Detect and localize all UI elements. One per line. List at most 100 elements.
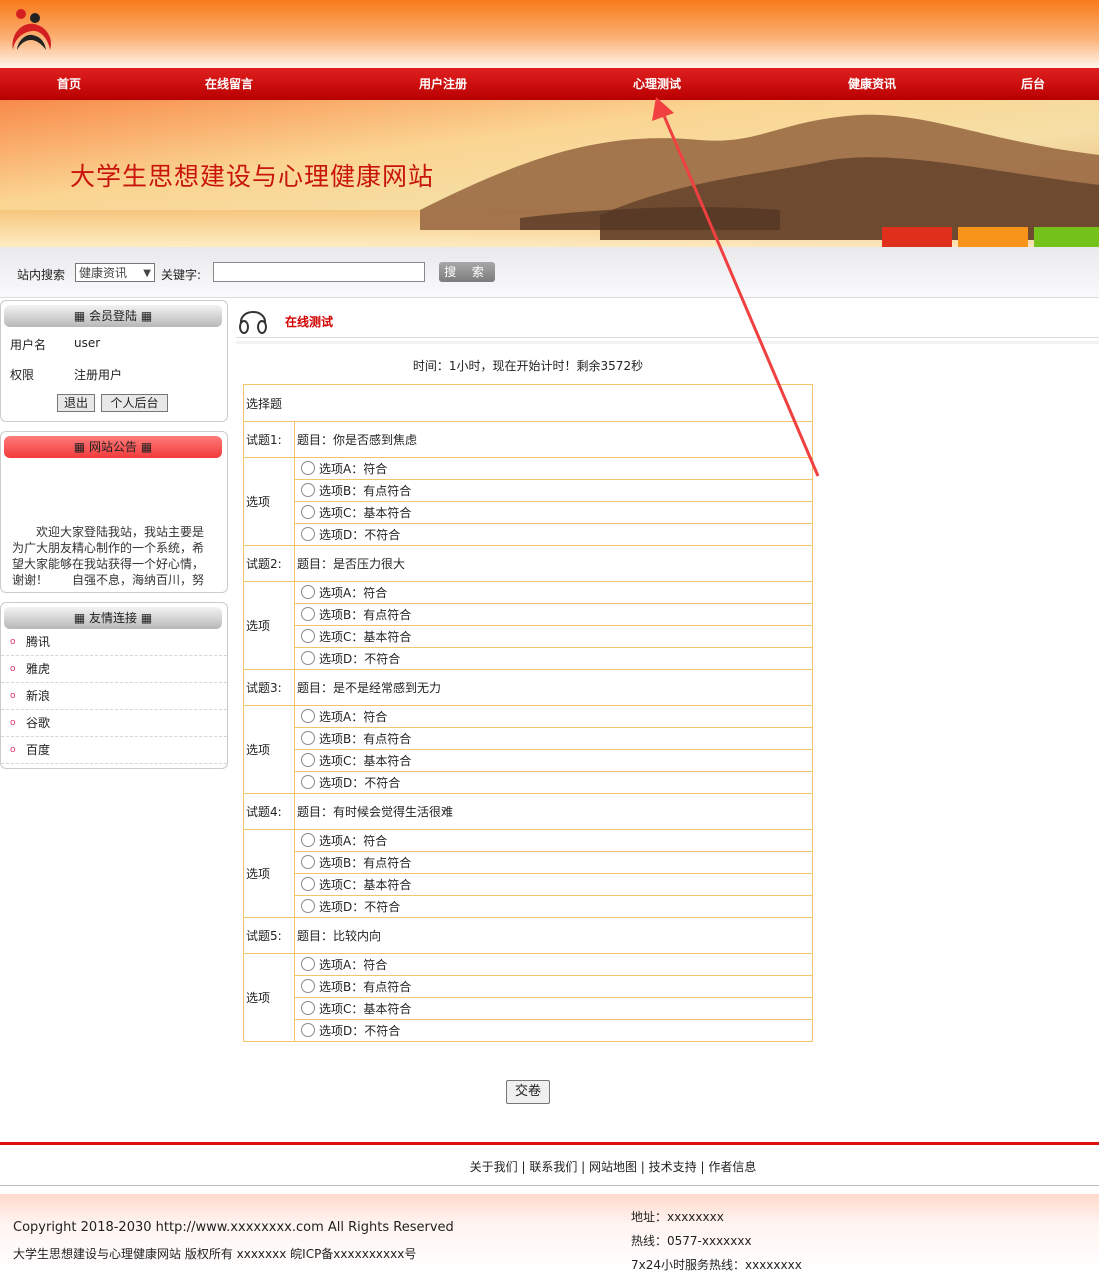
friend-link-item[interactable]: o 百度 — [1, 737, 227, 764]
radio-button[interactable] — [301, 1023, 315, 1037]
option-row[interactable]: 选项D：不符合 — [294, 1019, 813, 1042]
role-value: 注册用户 — [74, 368, 123, 382]
annotation-arrow-icon — [652, 97, 820, 477]
nav-admin[interactable]: 后台 — [978, 68, 1088, 100]
role-label: 权限 — [10, 368, 35, 382]
bullet-icon: o — [10, 664, 16, 674]
address-text: 地址：xxxxxxxx — [631, 1210, 724, 1224]
hotline-text: 7x24小时服务热线：xxxxxxxx — [631, 1258, 802, 1272]
keyword-label: 关键字: — [161, 268, 202, 282]
option-row[interactable]: 选项A：符合 — [294, 953, 813, 976]
question-text: 题目：比较内向 — [294, 917, 813, 954]
option-row[interactable]: 选项A：符合 — [294, 705, 813, 728]
search-bar: 站内搜索 健康资讯 ▼ 关键字: 搜 索 — [0, 247, 1099, 298]
site-title: 大学生思想建设与心理健康网站 — [70, 162, 435, 191]
submit-exam-button[interactable]: 交卷 — [506, 1080, 550, 1104]
radio-button[interactable] — [301, 1001, 315, 1015]
option-row[interactable]: 选项C：基本符合 — [294, 873, 813, 896]
option-row[interactable]: 选项D：不符合 — [294, 771, 813, 794]
radio-button[interactable] — [301, 957, 315, 971]
options-label: 选项 — [243, 581, 295, 670]
radio-button[interactable] — [301, 709, 315, 723]
friend-link-item[interactable]: o 雅虎 — [1, 656, 227, 683]
username-value: user — [74, 336, 101, 350]
phone-text: 热线：0577-xxxxxxx — [631, 1234, 752, 1248]
dots-icon: ▦ — [73, 611, 89, 625]
nav-health-news[interactable]: 健康资讯 — [817, 68, 927, 100]
nav-register[interactable]: 用户注册 — [388, 68, 498, 100]
radio-button[interactable] — [301, 483, 315, 497]
option-row[interactable]: 选项B：有点符合 — [294, 603, 813, 626]
option-label: 选项A：符合 — [319, 462, 388, 476]
headphones-icon — [239, 311, 267, 334]
personal-backend-button[interactable]: 个人后台 — [101, 394, 168, 412]
banner-orange-tab — [958, 227, 1028, 247]
logout-button[interactable]: 退出 — [57, 394, 95, 412]
radio-button[interactable] — [301, 899, 315, 913]
question-number: 试题1: — [243, 421, 295, 458]
friend-link-label: 百度 — [26, 743, 51, 757]
keyword-input[interactable] — [213, 262, 425, 282]
radio-button[interactable] — [301, 877, 315, 891]
search-button[interactable]: 搜 索 — [439, 262, 495, 282]
radio-button[interactable] — [301, 629, 315, 643]
question-text: 题目：是不是经常感到无力 — [294, 669, 813, 706]
option-label: 选项B：有点符合 — [319, 608, 412, 622]
radio-button[interactable] — [301, 753, 315, 767]
option-label: 选项B：有点符合 — [319, 732, 412, 746]
friend-links-title: 友情连接 — [88, 611, 137, 625]
radio-button[interactable] — [301, 651, 315, 665]
notice-box: ▦ 网站公告 ▦ 欢迎大家登陆我站，我站主要是为广大朋友精心制作的一个系统，希望… — [0, 431, 228, 593]
radio-button[interactable] — [301, 585, 315, 599]
search-label: 站内搜索 — [17, 268, 66, 282]
radio-button[interactable] — [301, 775, 315, 789]
option-row[interactable]: 选项D：不符合 — [294, 523, 813, 546]
radio-button[interactable] — [301, 731, 315, 745]
radio-button[interactable] — [301, 607, 315, 621]
friend-link-label: 谷歌 — [26, 716, 51, 730]
radio-button[interactable] — [301, 505, 315, 519]
banner: 大学生思想建设与心理健康网站 — [0, 100, 1099, 247]
option-label: 选项D：不符合 — [319, 776, 401, 790]
option-label: 选项A：符合 — [319, 710, 388, 724]
option-row[interactable]: 选项D：不符合 — [294, 895, 813, 918]
friend-links-header: ▦ 友情连接 ▦ — [4, 607, 222, 629]
footer-links[interactable]: 关于我们 | 联系我们 | 网站地图 | 技术支持 | 作者信息 — [0, 1158, 1099, 1175]
option-row[interactable]: 选项B：有点符合 — [294, 851, 813, 874]
option-label: 选项C：基本符合 — [319, 1002, 412, 1016]
notice-title: 网站公告 — [88, 440, 137, 454]
dots-icon: ▦ — [137, 440, 153, 454]
radio-button[interactable] — [301, 461, 315, 475]
radio-button[interactable] — [301, 527, 315, 541]
option-label: 选项A：符合 — [319, 958, 388, 972]
option-row[interactable]: 选项A：符合 — [294, 581, 813, 604]
option-row[interactable]: 选项C：基本符合 — [294, 749, 813, 772]
option-row[interactable]: 选项C：基本符合 — [294, 997, 813, 1020]
option-label: 选项C：基本符合 — [319, 506, 412, 520]
question-text: 题目：有时候会觉得生活很难 — [294, 793, 813, 830]
radio-button[interactable] — [301, 979, 315, 993]
footer-divider — [0, 1185, 1099, 1186]
option-row[interactable]: 选项C：基本符合 — [294, 625, 813, 648]
option-label: 选项B：有点符合 — [319, 484, 412, 498]
option-row[interactable]: 选项D：不符合 — [294, 647, 813, 670]
nav-guestbook[interactable]: 在线留言 — [174, 68, 284, 100]
friend-link-item[interactable]: o 新浪 — [1, 683, 227, 710]
option-label: 选项B：有点符合 — [319, 980, 412, 994]
member-login-header: ▦ 会员登陆 ▦ — [4, 305, 222, 327]
search-category-select[interactable]: 健康资讯 ▼ — [75, 263, 155, 282]
option-row[interactable]: 选项B：有点符合 — [294, 975, 813, 998]
option-row[interactable]: 选项B：有点符合 — [294, 727, 813, 750]
chevron-down-icon: ▼ — [143, 268, 151, 279]
friend-link-item[interactable]: o 腾讯 — [1, 629, 227, 656]
radio-button[interactable] — [301, 855, 315, 869]
friend-links-box: ▦ 友情连接 ▦ o 腾讯 o 雅虎 o 新浪 o 谷歌 o 百度 — [0, 602, 228, 769]
notice-header: ▦ 网站公告 ▦ — [4, 436, 222, 458]
option-label: 选项D：不符合 — [319, 1024, 401, 1038]
radio-button[interactable] — [301, 833, 315, 847]
friend-link-item[interactable]: o 谷歌 — [1, 710, 227, 737]
option-row[interactable]: 选项A：符合 — [294, 829, 813, 852]
option-row[interactable]: 选项C：基本符合 — [294, 501, 813, 524]
notice-text: 欢迎大家登陆我站，我站主要是为广大朋友精心制作的一个系统，希望大家能够在我站获得… — [12, 525, 205, 587]
nav-home[interactable]: 首页 — [14, 68, 124, 100]
